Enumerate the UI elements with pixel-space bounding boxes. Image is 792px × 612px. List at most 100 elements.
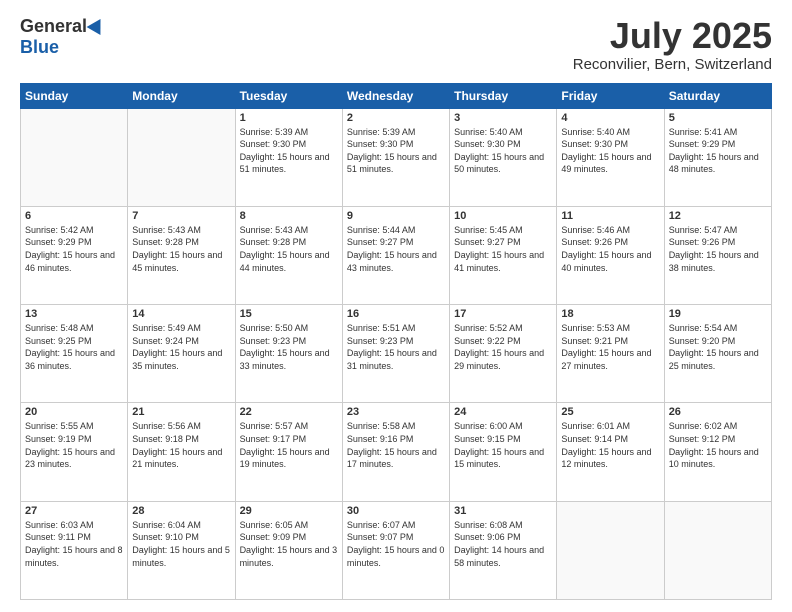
calendar-cell: 2 Sunrise: 5:39 AMSunset: 9:30 PMDaylight… [342,108,449,206]
day-number: 13 [25,308,123,320]
day-info: Sunrise: 5:50 AMSunset: 9:23 PMDaylight:… [240,323,330,371]
location-subtitle: Reconvilier, Bern, Switzerland [573,56,772,73]
calendar-cell: 21 Sunrise: 5:56 AMSunset: 9:18 PMDayligh… [128,403,235,501]
day-number: 8 [240,210,338,222]
calendar-header-sunday: Sunday [21,83,128,108]
day-info: Sunrise: 5:40 AMSunset: 9:30 PMDaylight:… [454,127,544,175]
day-number: 31 [454,505,552,517]
calendar-week-2: 6 Sunrise: 5:42 AMSunset: 9:29 PMDaylight… [21,206,772,304]
calendar-body: 1 Sunrise: 5:39 AMSunset: 9:30 PMDaylight… [21,108,772,599]
day-number: 1 [240,112,338,124]
calendar-cell [128,108,235,206]
calendar-header-saturday: Saturday [664,83,771,108]
day-info: Sunrise: 5:55 AMSunset: 9:19 PMDaylight:… [25,421,115,469]
calendar-cell: 31 Sunrise: 6:08 AMSunset: 9:06 PMDayligh… [450,501,557,599]
calendar-cell: 1Sunrise: 5:39 AMSunset: 9:30 PMDaylight… [235,108,342,206]
calendar-cell: 15 Sunrise: 5:50 AMSunset: 9:23 PMDayligh… [235,305,342,403]
day-info: Sunrise: 6:08 AMSunset: 9:06 PMDaylight:… [454,520,544,568]
calendar-header-wednesday: Wednesday [342,83,449,108]
calendar-header-thursday: Thursday [450,83,557,108]
logo-triangle-icon [87,14,108,34]
day-info: Sunrise: 5:41 AMSunset: 9:29 PMDaylight:… [669,127,759,175]
day-number: 17 [454,308,552,320]
day-number: 24 [454,406,552,418]
day-number: 22 [240,406,338,418]
calendar-week-1: 1 Sunrise: 5:39 AMSunset: 9:30 PMDaylight… [21,108,772,206]
calendar-cell: 4 Sunrise: 5:40 AMSunset: 9:30 PMDaylight… [557,108,664,206]
day-number: 27 [25,505,123,517]
day-number: 20 [25,406,123,418]
day-info: Sunrise: 6:04 AMSunset: 9:10 PMDaylight:… [132,520,230,568]
day-info: Sunrise: 5:43 AMSunset: 9:28 PMDaylight:… [240,225,330,273]
calendar-cell: 29Sunrise: 6:05 AMSunset: 9:09 PMDayligh… [235,501,342,599]
calendar-cell: 7 Sunrise: 5:43 AMSunset: 9:28 PMDaylight… [128,206,235,304]
day-number: 21 [132,406,230,418]
day-number: 5 [669,112,767,124]
day-info: Sunrise: 5:39 AMSunset: 9:30 PMDaylight:… [347,127,437,175]
calendar-cell: 3 Sunrise: 5:40 AMSunset: 9:30 PMDaylight… [450,108,557,206]
calendar-cell: 17 Sunrise: 5:52 AMSunset: 9:22 PMDayligh… [450,305,557,403]
day-number: 25 [561,406,659,418]
day-number: 4 [561,112,659,124]
calendar-cell: 16Sunrise: 5:51 AMSunset: 9:23 PMDayligh… [342,305,449,403]
day-number: 3 [454,112,552,124]
day-info: Sunrise: 5:45 AMSunset: 9:27 PMDaylight:… [454,225,544,273]
day-number: 7 [132,210,230,222]
day-number: 15 [240,308,338,320]
calendar-week-3: 13 Sunrise: 5:48 AMSunset: 9:25 PMDayligh… [21,305,772,403]
calendar-cell: 20 Sunrise: 5:55 AMSunset: 9:19 PMDayligh… [21,403,128,501]
calendar-cell: 13 Sunrise: 5:48 AMSunset: 9:25 PMDayligh… [21,305,128,403]
calendar-header-tuesday: Tuesday [235,83,342,108]
calendar-cell: 18Sunrise: 5:53 AMSunset: 9:21 PMDayligh… [557,305,664,403]
day-info: Sunrise: 5:52 AMSunset: 9:22 PMDaylight:… [454,323,544,371]
day-number: 30 [347,505,445,517]
day-info: Sunrise: 5:56 AMSunset: 9:18 PMDaylight:… [132,421,222,469]
calendar-cell: 10 Sunrise: 5:45 AMSunset: 9:27 PMDayligh… [450,206,557,304]
day-info: Sunrise: 6:07 AMSunset: 9:07 PMDaylight:… [347,520,445,568]
day-info: Sunrise: 5:51 AMSunset: 9:23 PMDaylight:… [347,323,437,371]
day-info: Sunrise: 5:46 AMSunset: 9:26 PMDaylight:… [561,225,651,273]
calendar-cell: 30 Sunrise: 6:07 AMSunset: 9:07 PMDayligh… [342,501,449,599]
day-number: 14 [132,308,230,320]
day-info: Sunrise: 5:53 AMSunset: 9:21 PMDaylight:… [561,323,651,371]
header: General Blue July 2025 Reconvilier, Bern… [20,16,772,73]
day-info: Sunrise: 5:47 AMSunset: 9:26 PMDaylight:… [669,225,759,273]
logo-general-text: General [20,16,87,37]
day-number: 29 [240,505,338,517]
day-info: Sunrise: 5:54 AMSunset: 9:20 PMDaylight:… [669,323,759,371]
calendar-header-row: SundayMondayTuesdayWednesdayThursdayFrid… [21,83,772,108]
calendar-cell: 12Sunrise: 5:47 AMSunset: 9:26 PMDayligh… [664,206,771,304]
day-info: Sunrise: 6:02 AMSunset: 9:12 PMDaylight:… [669,421,759,469]
day-info: Sunrise: 5:49 AMSunset: 9:24 PMDaylight:… [132,323,222,371]
day-info: Sunrise: 5:57 AMSunset: 9:17 PMDaylight:… [240,421,330,469]
day-info: Sunrise: 5:42 AMSunset: 9:29 PMDaylight:… [25,225,115,273]
day-number: 6 [25,210,123,222]
calendar-cell [21,108,128,206]
day-info: Sunrise: 5:40 AMSunset: 9:30 PMDaylight:… [561,127,651,175]
day-info: Sunrise: 5:48 AMSunset: 9:25 PMDaylight:… [25,323,115,371]
page: General Blue July 2025 Reconvilier, Bern… [0,0,792,612]
calendar-cell: 5 Sunrise: 5:41 AMSunset: 9:29 PMDaylight… [664,108,771,206]
day-info: Sunrise: 5:58 AMSunset: 9:16 PMDaylight:… [347,421,437,469]
logo-blue-text: Blue [20,37,59,58]
day-info: Sunrise: 5:44 AMSunset: 9:27 PMDaylight:… [347,225,437,273]
calendar-cell [557,501,664,599]
calendar-cell: 19Sunrise: 5:54 AMSunset: 9:20 PMDayligh… [664,305,771,403]
day-number: 2 [347,112,445,124]
calendar-cell: 25 Sunrise: 6:01 AMSunset: 9:14 PMDayligh… [557,403,664,501]
day-number: 26 [669,406,767,418]
calendar-cell: 9 Sunrise: 5:44 AMSunset: 9:27 PMDaylight… [342,206,449,304]
day-number: 28 [132,505,230,517]
calendar-week-5: 27Sunrise: 6:03 AMSunset: 9:11 PMDayligh… [21,501,772,599]
calendar-cell: 14 Sunrise: 5:49 AMSunset: 9:24 PMDayligh… [128,305,235,403]
calendar-cell: 27Sunrise: 6:03 AMSunset: 9:11 PMDayligh… [21,501,128,599]
day-info: Sunrise: 6:01 AMSunset: 9:14 PMDaylight:… [561,421,651,469]
day-info: Sunrise: 5:43 AMSunset: 9:28 PMDaylight:… [132,225,222,273]
day-number: 9 [347,210,445,222]
calendar-cell: 26 Sunrise: 6:02 AMSunset: 9:12 PMDayligh… [664,403,771,501]
day-number: 10 [454,210,552,222]
calendar-cell: 22 Sunrise: 5:57 AMSunset: 9:17 PMDayligh… [235,403,342,501]
calendar-cell: 8 Sunrise: 5:43 AMSunset: 9:28 PMDaylight… [235,206,342,304]
logo: General Blue [20,16,105,58]
calendar-cell: 24Sunrise: 6:00 AMSunset: 9:15 PMDayligh… [450,403,557,501]
